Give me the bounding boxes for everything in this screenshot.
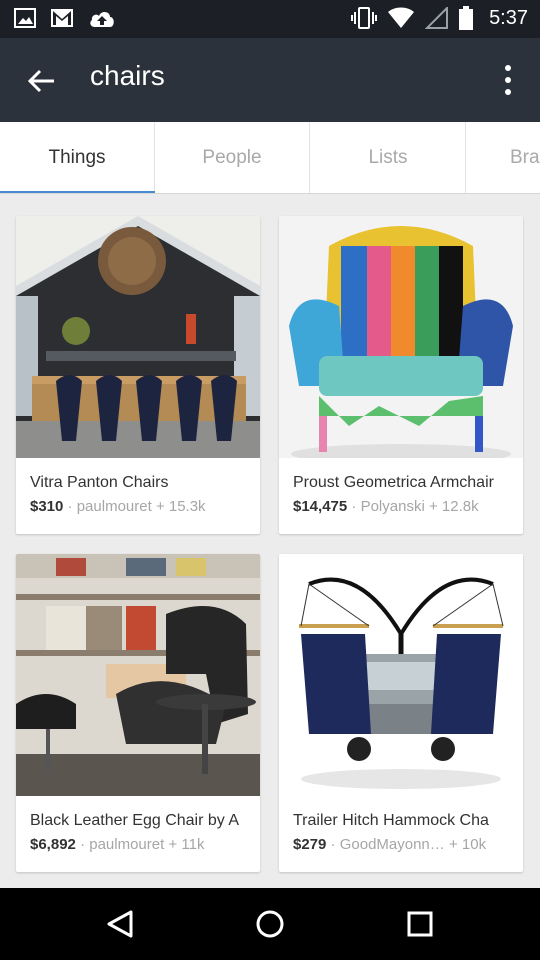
- product-price: $6,892: [30, 836, 76, 853]
- tab-brands[interactable]: Bra: [466, 122, 540, 193]
- recents-nav-icon[interactable]: [406, 910, 434, 938]
- tab-label: Lists: [368, 147, 408, 168]
- tab-label: Bra: [510, 147, 540, 168]
- more-options-icon[interactable]: [498, 62, 518, 98]
- status-bar: 5:37: [0, 0, 540, 38]
- product-card[interactable]: Vitra Panton Chairs $310 · paulmouret + …: [16, 216, 260, 534]
- gmail-notification-icon: [51, 9, 73, 27]
- product-image[interactable]: [279, 554, 523, 796]
- product-user[interactable]: paulmouret: [77, 498, 152, 515]
- cloud-upload-icon: [90, 11, 114, 27]
- tab-things[interactable]: Things: [0, 122, 155, 193]
- product-price: $14,475: [293, 498, 348, 515]
- cell-signal-icon: [425, 7, 449, 29]
- product-name[interactable]: Black Leather Egg Chair by A: [30, 812, 250, 830]
- back-arrow-icon[interactable]: [24, 64, 58, 98]
- separator: ·: [80, 836, 86, 853]
- home-nav-icon[interactable]: [255, 909, 285, 939]
- tab-lists[interactable]: Lists: [311, 122, 466, 193]
- product-saves: + 12.8k: [428, 498, 479, 515]
- product-card[interactable]: Trailer Hitch Hammock Cha $279 · GoodMay…: [279, 554, 523, 872]
- active-tab-indicator: [0, 191, 155, 193]
- product-user[interactable]: paulmouret: [89, 836, 164, 853]
- product-card[interactable]: Proust Geometrica Armchair $14,475 · Pol…: [279, 216, 523, 534]
- product-name[interactable]: Trailer Hitch Hammock Cha: [293, 812, 513, 830]
- product-user[interactable]: GoodMayonn…: [340, 836, 445, 853]
- product-meta: $310 · paulmouret + 15.3k: [30, 498, 255, 515]
- battery-icon: [459, 6, 474, 30]
- vibrate-icon: [351, 7, 378, 29]
- product-image[interactable]: [279, 216, 523, 458]
- tab-label: Things: [48, 147, 106, 168]
- product-image[interactable]: [16, 554, 260, 796]
- product-saves: + 10k: [448, 836, 487, 853]
- image-notification-icon: [14, 8, 36, 28]
- wifi-icon: [388, 7, 415, 28]
- product-saves: + 11k: [168, 836, 205, 853]
- search-query-title: chairs: [90, 60, 165, 91]
- tab-people[interactable]: People: [155, 122, 310, 193]
- back-nav-icon[interactable]: [105, 909, 135, 939]
- product-user[interactable]: Polyanski: [361, 498, 425, 515]
- product-saves: + 15.3k: [155, 498, 206, 515]
- separator: ·: [351, 498, 357, 515]
- product-name[interactable]: Vitra Panton Chairs: [30, 474, 250, 492]
- product-meta: $279 · GoodMayonn… + 10k: [293, 836, 518, 853]
- category-tabs: Things People Lists Bra: [0, 122, 540, 194]
- clock-time: 5:37: [489, 6, 528, 29]
- product-meta: $6,892 · paulmouret + 11k: [30, 836, 255, 853]
- separator: ·: [330, 836, 336, 853]
- product-price: $279: [293, 836, 327, 853]
- system-navigation-bar: [0, 888, 540, 960]
- product-meta: $14,475 · Polyanski + 12.8k: [293, 498, 518, 515]
- product-image[interactable]: [16, 216, 260, 458]
- product-card[interactable]: Black Leather Egg Chair by A $6,892 · pa…: [16, 554, 260, 872]
- separator: ·: [67, 498, 73, 515]
- tab-label: People: [202, 147, 262, 168]
- product-name[interactable]: Proust Geometrica Armchair: [293, 474, 513, 492]
- product-price: $310: [30, 498, 64, 515]
- app-bar: chairs: [0, 38, 540, 122]
